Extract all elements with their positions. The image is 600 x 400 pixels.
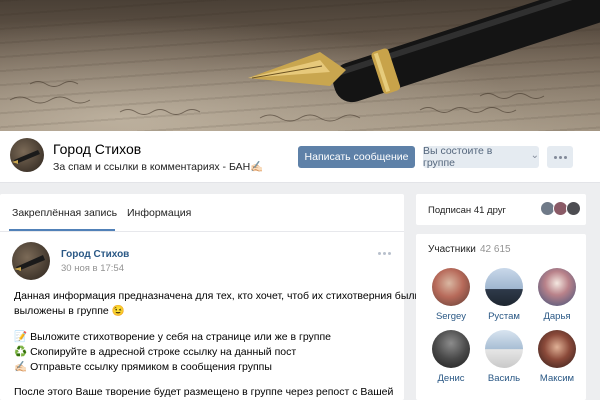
post-line-text: выложены в группе 😉 <box>14 305 125 317</box>
more-icon <box>378 252 391 255</box>
chevron-down-icon: ⌄ <box>530 149 539 161</box>
post-author-link[interactable]: Город Стихов <box>61 249 129 260</box>
membership-label: Вы состоите в группе <box>423 145 493 169</box>
members-title[interactable]: Участники <box>428 244 476 255</box>
friend-avatar[interactable] <box>566 201 581 216</box>
group-name: Город Стихов <box>53 141 142 157</box>
post-line-text: Данная информация предназначена для тех,… <box>14 290 421 302</box>
post-date[interactable]: 30 ноя в 17:54 <box>61 263 124 274</box>
member-name[interactable]: Василь <box>474 373 534 384</box>
post-text-line: 📝 Выложите стихотворение у себя на страни… <box>14 330 398 345</box>
member-name[interactable]: Максим <box>527 373 587 384</box>
membership-button[interactable]: Вы состоите в группе ⌄ <box>423 145 539 169</box>
tab-info[interactable]: Информация <box>127 207 191 219</box>
member-name[interactable]: Дарья <box>527 311 587 322</box>
post-text-line: Данная информация предназначена для тех,… <box>14 289 420 304</box>
post-line-text: Выложите стихотворение у себя на страниц… <box>30 331 332 343</box>
post-text-line: После этого Ваше творение будет размещен… <box>14 385 398 400</box>
post-text-line: ♻️ Скопируйте в адресной строке ссылку на… <box>14 345 398 360</box>
recycle-icon: ♻️ <box>14 346 28 358</box>
group-status: За спам и ссылки в комментариях - БАН✍🏻 <box>53 161 264 173</box>
post-text-line: ✍🏻 Отправьте ссылку прямиком в сообщения … <box>14 360 398 375</box>
memo-icon: 📝 <box>14 331 28 343</box>
member-avatar[interactable] <box>432 268 470 306</box>
post-line-text: Скопируйте в адресной строке ссылку на д… <box>30 346 297 358</box>
member-avatar[interactable] <box>538 330 576 368</box>
member-avatar[interactable] <box>432 330 470 368</box>
member-name[interactable]: Денис <box>421 373 481 384</box>
member-avatar[interactable] <box>485 268 523 306</box>
post-author-avatar[interactable] <box>12 242 50 280</box>
member-avatar[interactable] <box>538 268 576 306</box>
post-text-line: выложены в группе 😉 <box>14 304 398 319</box>
more-actions-button[interactable] <box>547 146 573 168</box>
group-avatar[interactable] <box>10 138 44 172</box>
member-name[interactable]: Sergey <box>421 311 481 322</box>
tab-active-indicator <box>9 229 115 231</box>
post-line-text: После этого Ваше творение будет размещен… <box>14 386 394 398</box>
writing-hand-icon: ✍🏻 <box>14 361 28 373</box>
friends-subscribed-label[interactable]: Подписан 41 друг <box>428 205 506 216</box>
post-menu-button[interactable] <box>378 252 391 255</box>
write-message-button[interactable]: Написать сообщение <box>298 146 415 168</box>
cover-image <box>0 0 600 131</box>
tab-pinned[interactable]: Закреплённая запись <box>12 207 117 219</box>
more-icon <box>553 155 567 159</box>
post-line-text: Отправьте ссылку прямиком в сообщения гр… <box>30 361 272 373</box>
member-name[interactable]: Рустам <box>474 311 534 322</box>
members-count: 42 615 <box>480 244 511 255</box>
member-avatar[interactable] <box>485 330 523 368</box>
